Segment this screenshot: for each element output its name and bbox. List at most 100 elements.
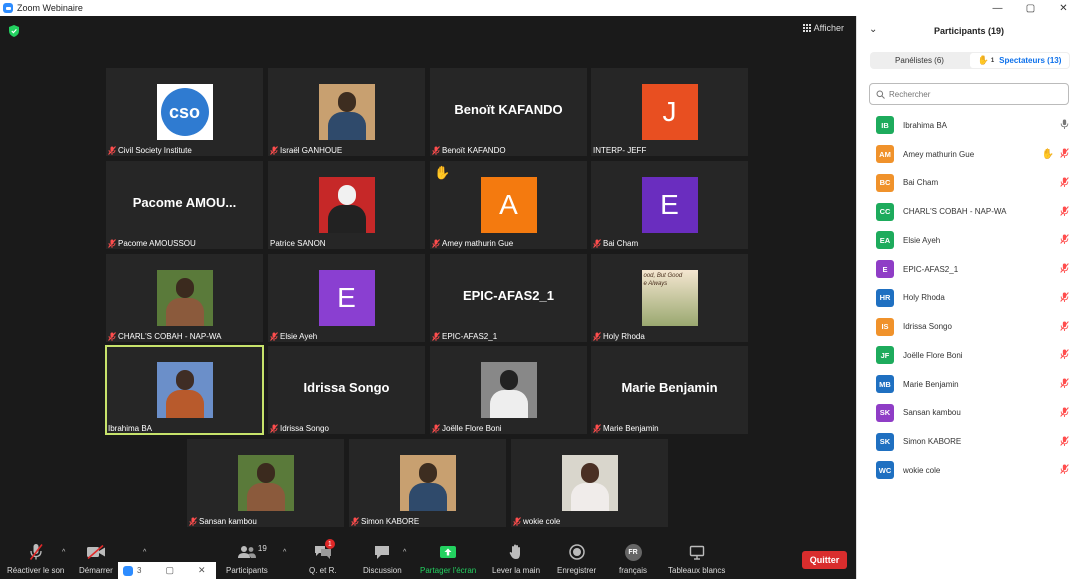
mic-muted-icon[interactable] — [1060, 203, 1069, 221]
participant-name: Simon KABORE — [903, 437, 962, 447]
quit-button[interactable]: Quitter — [802, 551, 847, 569]
tile-name-label: Amey mathurin Gue — [432, 239, 513, 248]
mic-muted-icon[interactable] — [1060, 145, 1069, 163]
video-tile[interactable]: wokie cole — [511, 439, 668, 527]
mic-muted-icon[interactable] — [1060, 231, 1069, 249]
avatar — [399, 455, 456, 511]
mic-muted-icon[interactable] — [1060, 318, 1069, 336]
shield-icon[interactable] — [9, 25, 19, 37]
video-tile[interactable]: E Elsie Ayeh — [268, 254, 425, 342]
close-icon[interactable]: ✕ — [1047, 0, 1080, 16]
tab-panelists[interactable]: Panélistes (6) — [870, 52, 969, 69]
restore-icon[interactable]: ▢ — [165, 565, 174, 576]
zoom-logo-icon — [3, 3, 13, 13]
participant-row[interactable]: E EPIC-AFAS2_1 — [857, 255, 1080, 284]
language-label: français — [619, 566, 648, 575]
search-icon — [876, 90, 885, 99]
video-tile[interactable]: ood, But Good e Always Holy Rhoda — [591, 254, 748, 342]
video-tile[interactable]: Ibrahima BA — [105, 345, 264, 435]
participants-count: 19 — [257, 544, 267, 553]
participant-avatar: MB — [876, 375, 894, 394]
audio-options-caret-icon[interactable]: ^ — [62, 549, 65, 556]
participant-row[interactable]: SK Sansan kambou — [857, 399, 1080, 428]
mic-muted-icon[interactable] — [1060, 289, 1069, 307]
video-tile[interactable]: A ✋ Amey mathurin Gue — [430, 161, 587, 249]
qa-button[interactable]: 1 Q. et R. — [309, 539, 337, 575]
video-options-caret-icon[interactable]: ^ — [143, 549, 146, 556]
tile-display-name: EPIC-AFAS2_1 — [462, 288, 555, 303]
video-tile[interactable]: E Bai Cham — [591, 161, 748, 249]
raise-hand-button[interactable]: Lever la main — [492, 543, 540, 575]
hand-icon — [509, 543, 523, 561]
raised-hand-icon: ✋ — [434, 165, 451, 180]
tile-name-label: Marie Benjamin — [593, 424, 659, 433]
minimized-window[interactable]: 3 ▢ ✕ — [118, 562, 216, 579]
participants-caret-icon[interactable]: ^ — [283, 549, 286, 556]
mic-muted-icon — [108, 332, 116, 341]
unmute-button[interactable]: Réactiver le son — [7, 543, 64, 575]
video-off-icon — [86, 543, 106, 561]
mic-icon[interactable] — [1060, 116, 1069, 134]
avatar — [318, 177, 375, 233]
mic-muted-icon[interactable] — [1060, 260, 1069, 278]
video-tile[interactable]: cso Civil Society Institute — [106, 68, 263, 156]
maximize-icon[interactable]: ▢ — [1014, 0, 1047, 16]
tile-participant-name: wokie cole — [523, 517, 561, 526]
video-tile[interactable]: Israël GANHOUE — [268, 68, 425, 156]
interpretation-button[interactable]: FR français — [619, 543, 647, 575]
chat-button[interactable]: Discussion — [363, 543, 402, 575]
tile-name-label: Civil Society Institute — [108, 146, 192, 155]
minimize-icon[interactable]: — — [981, 0, 1014, 16]
video-tile[interactable]: CHARL'S COBAH - NAP-WA — [106, 254, 263, 342]
participant-row[interactable]: CC CHARL'S COBAH - NAP-WA — [857, 197, 1080, 226]
mic-muted-icon[interactable] — [1060, 404, 1069, 422]
qa-label: Q. et R. — [309, 566, 337, 575]
mic-muted-icon[interactable] — [1060, 375, 1069, 393]
participant-row[interactable]: SK Simon KABORE — [857, 427, 1080, 456]
video-tile[interactable]: Idrissa Songo Idrissa Songo — [268, 346, 425, 434]
video-tile[interactable]: Marie Benjamin Marie Benjamin — [591, 346, 748, 434]
participant-row[interactable]: JF Joëlle Flore Boni — [857, 341, 1080, 370]
video-tile[interactable]: Patrice SANON — [268, 161, 425, 249]
mic-muted-icon — [270, 424, 278, 433]
participant-name: Ibrahima BA — [903, 120, 948, 130]
participant-row[interactable]: MB Marie Benjamin — [857, 370, 1080, 399]
tab-attendees[interactable]: ✋ 1 Spectateurs (13) — [970, 53, 1069, 68]
participant-row[interactable]: IB Ibrahima BA — [857, 111, 1080, 140]
video-tile[interactable]: Sansan kambou — [187, 439, 344, 527]
share-screen-button[interactable]: Partager l'écran — [420, 543, 476, 575]
tile-name-label: Benoït KAFANDO — [432, 146, 506, 155]
participant-row[interactable]: EA Elsie Ayeh — [857, 226, 1080, 255]
video-tile[interactable]: Simon KABORE — [349, 439, 506, 527]
video-tile[interactable]: Joëlle Flore Boni — [430, 346, 587, 434]
participants-button[interactable]: 19 Participants — [226, 543, 268, 575]
participant-row[interactable]: BC Bai Cham — [857, 169, 1080, 198]
avatar: J — [641, 84, 698, 140]
participant-row[interactable]: WC wokie cole — [857, 456, 1080, 485]
view-button[interactable]: Afficher — [802, 23, 844, 33]
tile-participant-name: Simon KABORE — [361, 517, 420, 526]
mic-muted-icon[interactable] — [1060, 346, 1069, 364]
tile-name-label: Patrice SANON — [270, 239, 326, 248]
avatar: E — [641, 177, 698, 233]
video-tile[interactable]: J INTERP- JEFF — [591, 68, 748, 156]
participant-row[interactable]: AM Amey mathurin Gue ✋ — [857, 140, 1080, 169]
mic-muted-icon[interactable] — [1060, 461, 1069, 479]
whiteboards-button[interactable]: Tableaux blancs — [668, 543, 725, 575]
start-video-button[interactable]: Démarrer — [79, 543, 113, 575]
avatar — [156, 270, 213, 326]
video-tile[interactable]: Benoït KAFANDO Benoït KAFANDO — [430, 68, 587, 156]
qa-icon: 1 — [314, 539, 335, 561]
chat-caret-icon[interactable]: ^ — [403, 549, 406, 556]
participant-row[interactable]: HR Holy Rhoda — [857, 284, 1080, 313]
mic-muted-icon[interactable] — [1060, 433, 1069, 451]
search-input[interactable] — [889, 89, 1059, 99]
record-button[interactable]: Enregistrer — [557, 543, 596, 575]
close-icon[interactable]: ✕ — [198, 565, 206, 576]
video-tile[interactable]: Pacome AMOU... Pacome AMOUSSOU — [106, 161, 263, 249]
participant-avatar: SK — [876, 432, 894, 451]
search-field[interactable] — [869, 83, 1069, 105]
participant-row[interactable]: IS Idrissa Songo — [857, 312, 1080, 341]
video-tile[interactable]: EPIC-AFAS2_1 EPIC-AFAS2_1 — [430, 254, 587, 342]
mic-muted-icon[interactable] — [1060, 174, 1069, 192]
